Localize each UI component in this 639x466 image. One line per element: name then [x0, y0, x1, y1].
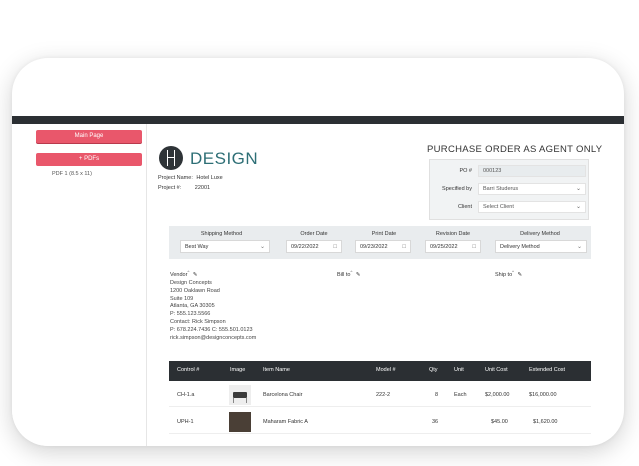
- order-methods-bar: Shipping Method Best Way ⌄ Order Date 09…: [169, 226, 591, 259]
- col-model: Model #: [376, 367, 396, 373]
- cell-extended-cost: $1,620.00: [533, 419, 558, 425]
- vendor-line: Design Concepts: [170, 280, 212, 286]
- calendar-icon: □: [472, 244, 476, 250]
- cell-unit: Each: [454, 392, 467, 398]
- logo-mark-icon: [159, 146, 183, 170]
- delivery-method-value: Delivery Method: [500, 244, 540, 250]
- edit-icon[interactable]: ✎: [518, 272, 523, 278]
- cell-control: UPH-1: [177, 419, 194, 425]
- specified-by-select[interactable]: Barri Studerus ⌄: [478, 183, 586, 195]
- print-date-column: Print Date 09/23/2022 □: [349, 226, 419, 259]
- col-qty: Qty: [429, 367, 438, 373]
- cell-qty: 36: [432, 419, 439, 425]
- page-title: PURCHASE ORDER AS AGENT ONLY: [427, 144, 603, 155]
- edit-icon[interactable]: ✎: [356, 272, 361, 278]
- revision-date-column: Revision Date 09/25/2022 □: [417, 226, 489, 259]
- order-date-value: 09/22/2022: [291, 244, 319, 250]
- vendor-line: Suite 109: [170, 295, 194, 302]
- fabric-image: [229, 412, 251, 432]
- table-row[interactable]: UPH-1 Maharam Fabric A 36 $45.00 $1,620.…: [169, 410, 591, 434]
- project-name-value: Hotel Luxe: [196, 175, 223, 181]
- delivery-method-column: Delivery Method Delivery Method ⌄: [491, 226, 589, 259]
- print-date-value: 09/23/2022: [360, 244, 388, 250]
- vendor-line: Contact: Rick Simpson: [170, 318, 226, 325]
- vendor-line: P: 555.123.5566: [170, 311, 211, 318]
- vendor-line: Atlanta, GA 30305: [170, 303, 215, 310]
- po-number-row: PO # 000123: [430, 165, 588, 178]
- delivery-method-header: Delivery Method: [520, 231, 560, 237]
- vendor-line: P: 678.224.7436 C: 555.501.0123: [170, 326, 253, 333]
- logo-text: DESIGN: [190, 149, 259, 168]
- po-number-label: PO #: [459, 168, 472, 174]
- cell-unit-cost: $45.00: [491, 419, 508, 425]
- shipping-method-select[interactable]: Best Way ⌄: [180, 240, 270, 253]
- ship-to-label-text: Ship to: [495, 271, 513, 278]
- col-item-name: Item Name: [263, 367, 290, 373]
- vendor-label: Vendor^ ✎: [170, 269, 198, 278]
- shipping-method-column: Shipping Method Best Way ⌄: [174, 226, 270, 259]
- edit-icon[interactable]: ✎: [193, 272, 198, 278]
- table-row[interactable]: CH-1.a Barcelona Chair 222-2 8 Each $2,0…: [169, 383, 591, 407]
- bill-to-label-text: Bill to: [337, 271, 351, 278]
- specified-by-row: Specified by Barri Studerus ⌄: [430, 183, 588, 196]
- chevron-down-icon: ⌄: [575, 186, 581, 192]
- col-control: Control #: [177, 367, 200, 373]
- col-extended-cost: Extended Cost: [529, 367, 566, 373]
- chevron-down-icon: ⌄: [575, 204, 581, 210]
- po-number-field[interactable]: 000123: [478, 165, 586, 177]
- pdf-list-item[interactable]: PDF 1 (8.5 x 11): [52, 171, 92, 177]
- vendor-line: 1200 Oaklawn Road: [170, 287, 220, 294]
- vendor-line: rick.simpson@designconcepts.com: [170, 334, 257, 341]
- shipping-method-value: Best Way: [185, 244, 209, 250]
- calendar-icon: □: [333, 244, 337, 250]
- cell-model: 222-2: [376, 392, 391, 398]
- cell-unit-cost: $2,000.00: [485, 392, 510, 398]
- project-name: Project Name: Hotel Luxe: [158, 175, 223, 181]
- print-date-header: Print Date: [371, 231, 397, 237]
- add-pdfs-button[interactable]: + PDFs: [36, 153, 142, 166]
- chair-image: [229, 385, 251, 405]
- main-page-button[interactable]: Main Page: [36, 130, 142, 143]
- delivery-method-select[interactable]: Delivery Method ⌄: [495, 240, 587, 253]
- project-number-label: Project #:: [158, 185, 182, 191]
- col-unit: Unit: [454, 367, 464, 373]
- cell-item-name: Barcelona Chair: [263, 392, 303, 398]
- project-name-label: Project Name:: [158, 175, 193, 181]
- cell-control: CH-1.a: [177, 392, 195, 398]
- order-date-column: Order Date 09/22/2022 □: [274, 226, 354, 259]
- po-info-panel: PO # 000123 Specified by Barri Studerus …: [429, 159, 589, 220]
- chevron-down-icon: ⌄: [576, 244, 582, 250]
- app-window: Main Page + PDFs PDF 1 (8.5 x 11) DESIGN…: [12, 58, 624, 446]
- revision-date-header: Revision Date: [435, 231, 471, 237]
- top-bar: [12, 116, 624, 124]
- col-image: Image: [230, 367, 246, 373]
- project-number: Project #: 22001: [158, 185, 210, 191]
- client-label: Client: [457, 204, 472, 210]
- bill-to-label: Bill to^ ✎: [337, 269, 361, 278]
- shipping-method-header: Shipping Method: [200, 231, 243, 237]
- col-unit-cost: Unit Cost: [485, 367, 508, 373]
- project-number-value: 22001: [194, 185, 211, 191]
- cell-qty: 8: [435, 392, 439, 398]
- vendor-address: Design Concepts 1200 Oaklawn Road Suite …: [170, 280, 256, 342]
- print-date-input[interactable]: 09/23/2022 □: [355, 240, 411, 253]
- client-select[interactable]: Select Client ⌄: [478, 201, 586, 213]
- order-date-input[interactable]: 09/22/2022 □: [286, 240, 342, 253]
- items-table-header: Control # Image Item Name Model # Qty Un…: [169, 361, 591, 381]
- client-value: Select Client: [483, 204, 514, 210]
- specified-by-value: Barri Studerus: [483, 186, 519, 192]
- chevron-down-icon: ⌄: [259, 244, 265, 250]
- revision-date-value: 09/25/2022: [430, 244, 458, 250]
- specified-by-label: Specified by: [442, 186, 472, 192]
- order-date-header: Order Date: [300, 231, 328, 237]
- revision-date-input[interactable]: 09/25/2022 □: [425, 240, 481, 253]
- cell-extended-cost: $16,000.00: [529, 392, 557, 398]
- calendar-icon: □: [402, 244, 406, 250]
- cell-item-name: Maharam Fabric A: [263, 419, 308, 425]
- vendor-label-text: Vendor: [170, 271, 188, 278]
- ship-to-label: Ship to^ ✎: [495, 269, 523, 278]
- client-row: Client Select Client ⌄: [430, 201, 588, 214]
